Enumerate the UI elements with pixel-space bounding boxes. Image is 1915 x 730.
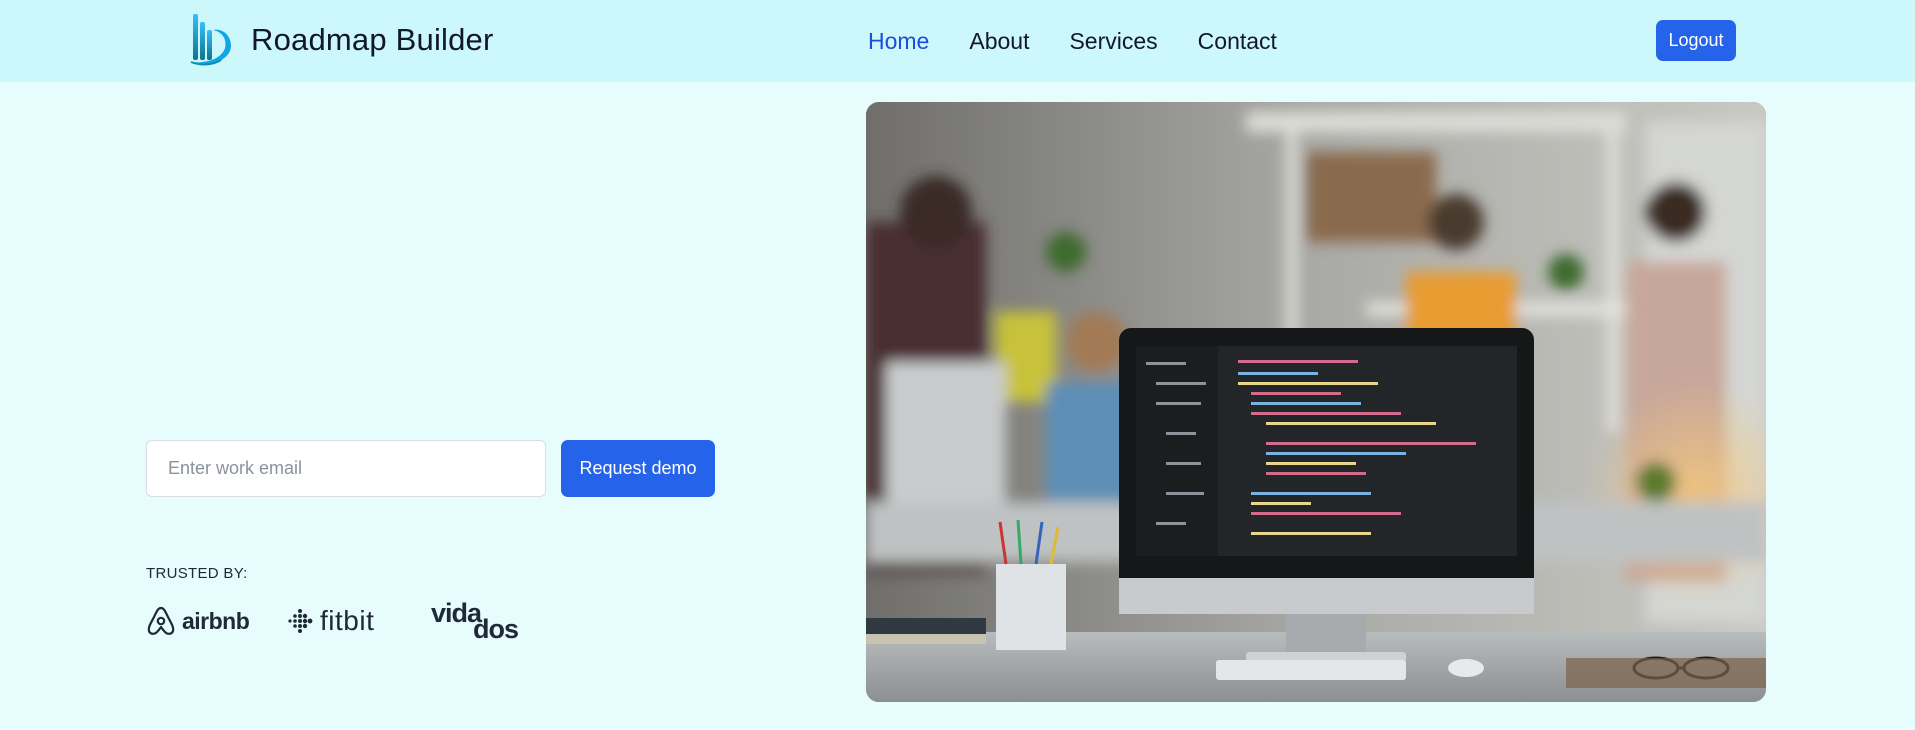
brand[interactable]: Roadmap Builder xyxy=(187,8,494,72)
nav-services-link[interactable]: Services xyxy=(1069,24,1157,58)
office-desk-computer-photo xyxy=(866,102,1766,702)
main-nav: Home About Services Contact xyxy=(868,24,1277,58)
vidados-logo: vida dos xyxy=(431,602,531,642)
logout-button[interactable]: Logout xyxy=(1656,20,1736,61)
fitbit-logo: fitbit xyxy=(286,605,374,637)
nav-home-link[interactable]: Home xyxy=(868,24,929,58)
work-email-input[interactable] xyxy=(146,440,546,497)
airbnb-belo-icon xyxy=(147,606,175,635)
brand-name: Roadmap Builder xyxy=(251,22,494,57)
roadmap-builder-logo-icon xyxy=(190,14,231,66)
svg-text:dos: dos xyxy=(473,614,518,642)
vidados-wordmark: vida dos xyxy=(431,602,519,642)
navbar: Roadmap Builder Home About Services Cont… xyxy=(0,0,1915,82)
airbnb-logo: airbnb xyxy=(145,605,250,637)
fitbit-dots-icon xyxy=(288,609,313,633)
fitbit-logo-text: fitbit xyxy=(320,605,375,636)
request-demo-button[interactable]: Request demo xyxy=(561,440,715,497)
airbnb-logo-text: airbnb xyxy=(182,607,250,634)
nav-contact-link[interactable]: Contact xyxy=(1198,24,1277,58)
trusted-by-label: TRUSTED BY: xyxy=(146,565,248,582)
nav-about-link[interactable]: About xyxy=(969,24,1029,58)
